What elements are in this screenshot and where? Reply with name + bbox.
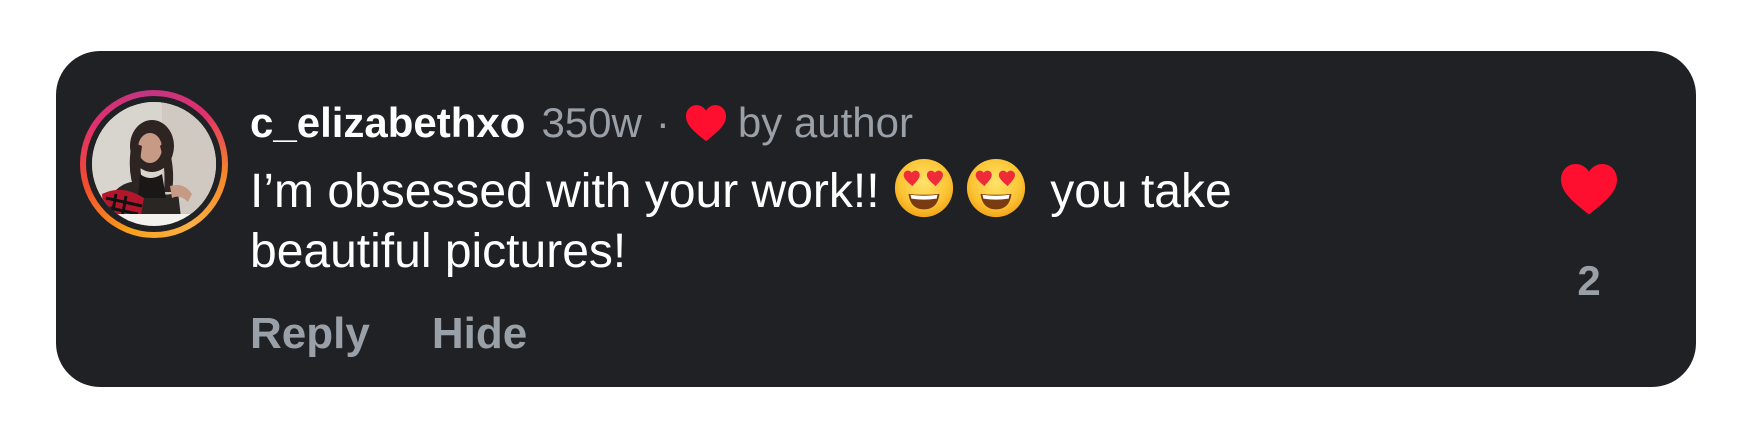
- heart-icon: [684, 103, 728, 143]
- username[interactable]: c_elizabethxo: [250, 99, 525, 147]
- separator-dot: ·: [655, 99, 670, 146]
- avatar-story-ring[interactable]: [80, 90, 228, 238]
- heart-icon: [1561, 164, 1617, 215]
- comment-actions: Reply Hide: [250, 309, 527, 359]
- comment-text: I’m obsessed with your work!! you take b…: [250, 157, 1400, 282]
- avatar-photo-image: [92, 102, 216, 226]
- like-count[interactable]: 2: [1556, 257, 1622, 305]
- comment-text-part-1: I’m obsessed with your work!!: [250, 165, 893, 218]
- heart-eyes-emoji-icon: [965, 157, 1027, 219]
- comment-timestamp: 350w: [541, 99, 642, 146]
- reply-button[interactable]: Reply: [250, 309, 370, 359]
- like-button[interactable]: [1558, 161, 1620, 217]
- comment-card: c_elizabethxo 350w · by author I’m obses…: [56, 51, 1696, 387]
- comment-header: c_elizabethxo 350w · by author: [250, 95, 913, 151]
- liked-by-author-label: by author: [737, 99, 913, 146]
- avatar[interactable]: [92, 102, 216, 226]
- heart-eyes-emoji-icon: [893, 157, 955, 219]
- hide-button[interactable]: Hide: [432, 309, 527, 359]
